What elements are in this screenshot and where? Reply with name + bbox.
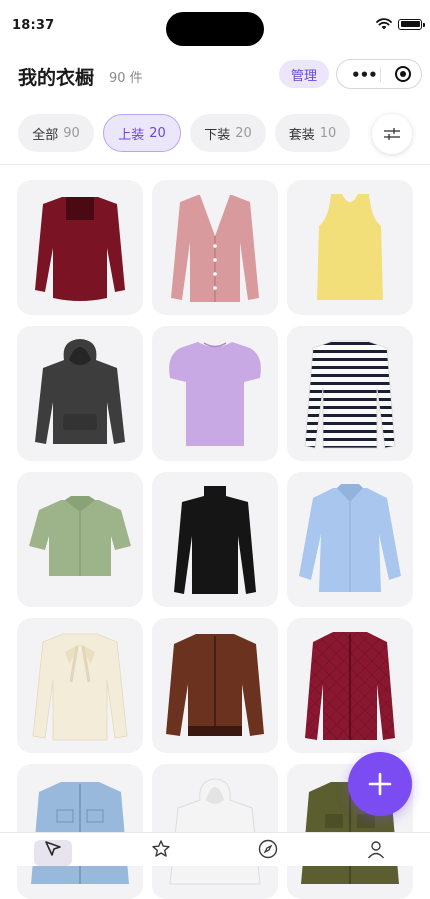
tab-favorites[interactable] (141, 839, 181, 866)
light-blue-shirt-image (299, 484, 401, 592)
tab-all-count: 90 (63, 125, 80, 141)
lavender-puff-sleeve-top-image (169, 342, 261, 446)
clothing-card[interactable] (287, 326, 413, 461)
clothing-card[interactable] (287, 472, 413, 607)
tab-bottoms-label: 下装 (204, 127, 231, 143)
tab-tops[interactable]: 上装 20 (103, 114, 181, 152)
tab-all-label: 全部 (32, 127, 59, 143)
pink-knit-cardigan-image (171, 195, 259, 302)
tab-profile[interactable] (356, 839, 396, 866)
status-bar: 18:37 (0, 0, 430, 50)
burgundy-quilted-jacket-image (305, 632, 395, 740)
clothing-card[interactable] (152, 326, 278, 461)
clothing-card[interactable] (17, 180, 143, 315)
category-tabs: 全部 90 上装 20 下装 20 套装 10 (0, 110, 430, 156)
mini-program-capsule: ••• (336, 59, 422, 89)
wifi-icon (376, 18, 392, 30)
star-icon (152, 840, 170, 857)
profile-icon (367, 841, 385, 859)
tab-sets-count: 10 (319, 125, 337, 141)
striped-long-sleeve-tee-image (304, 340, 396, 449)
system-icons (376, 18, 425, 30)
tab-sets-label: 套装 (288, 127, 315, 143)
clothing-card[interactable] (17, 472, 143, 607)
battery-icon (398, 18, 425, 30)
wardrobe-icon (45, 841, 61, 856)
tab-tops-count: 20 (149, 125, 166, 141)
tab-bottoms[interactable]: 下装 20 (190, 114, 266, 152)
tab-wardrobe[interactable] (33, 839, 73, 866)
sage-green-shirt-image (29, 496, 131, 576)
page-title: 我的衣橱 (18, 67, 95, 89)
clothing-card[interactable] (17, 326, 143, 461)
manage-button[interactable]: 管理 (279, 60, 329, 88)
filter-sliders-icon (384, 128, 400, 140)
capsule-divider (380, 67, 381, 82)
tab-bottoms-count: 20 (235, 125, 252, 141)
header-divider (0, 164, 430, 165)
filter-button[interactable] (372, 114, 412, 154)
clothing-card[interactable] (287, 618, 413, 753)
black-turtleneck-image (174, 486, 256, 594)
burgundy-velvet-top-image (35, 197, 125, 301)
clothing-card[interactable] (17, 618, 143, 753)
close-mini-program-icon[interactable] (395, 66, 411, 82)
clothing-card[interactable] (152, 180, 278, 315)
tab-tops-label: 上装 (118, 127, 145, 143)
plus-icon (368, 772, 392, 796)
add-item-button[interactable] (348, 752, 412, 816)
tab-discover[interactable] (248, 839, 288, 866)
clothing-card[interactable] (287, 180, 413, 315)
clothing-card[interactable] (152, 472, 278, 607)
dynamic-island (166, 12, 264, 46)
more-options-icon[interactable]: ••• (351, 66, 378, 84)
page-header: 我的衣橱 90 件 管理 ••• (0, 50, 430, 98)
brown-bomber-jacket-image (166, 634, 264, 736)
bottom-tab-bar (0, 832, 430, 866)
gray-hoodie-image (35, 339, 125, 444)
tab-all[interactable]: 全部 90 (18, 114, 94, 152)
tab-sets[interactable]: 套装 10 (275, 114, 350, 152)
status-time: 18:37 (12, 18, 55, 33)
item-count: 90 件 (109, 71, 143, 86)
cream-bow-blouse-image (32, 633, 128, 741)
compass-icon (258, 839, 278, 859)
clothing-card[interactable] (152, 618, 278, 753)
yellow-tank-top-image (317, 194, 383, 300)
